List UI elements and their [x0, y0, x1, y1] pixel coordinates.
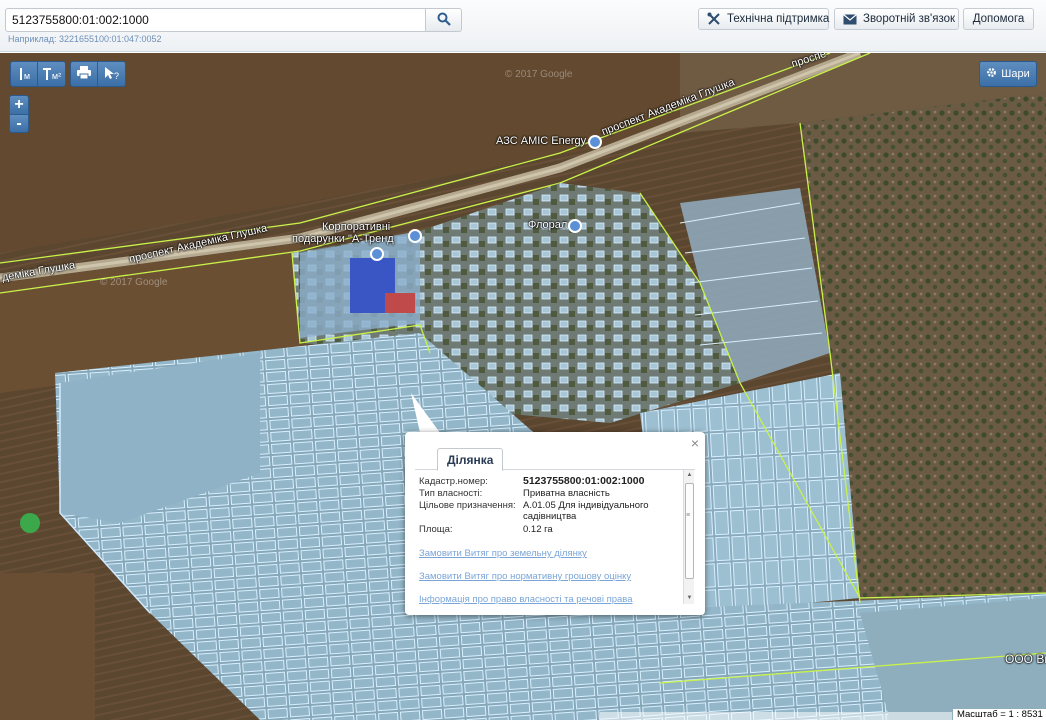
print-identify-tools: ? — [70, 61, 126, 87]
identify-button[interactable]: ? — [98, 62, 125, 86]
search-example-hint: Наприклад: 3221655100:01:047:0052 — [8, 34, 162, 44]
ownership-type-value: Приватна власність — [523, 488, 610, 499]
scroll-up-arrow-icon[interactable]: ▲ — [684, 470, 695, 481]
cursor-question-icon: ? — [104, 66, 120, 83]
order-valuation-extract-link[interactable]: Замовити Витяг про нормативну грошову оц… — [419, 571, 631, 582]
shop-pin-icon[interactable] — [568, 219, 582, 233]
poi-label-gifts: подарунки "А-Тренд — [292, 233, 394, 245]
search-button[interactable] — [426, 8, 462, 32]
gear-icon — [986, 67, 997, 81]
help-button[interactable]: Допомога — [963, 8, 1034, 30]
tab-parcel[interactable]: Ділянка — [437, 448, 504, 471]
google-watermark: © 2017 Google — [505, 69, 573, 80]
order-parcel-extract-link[interactable]: Замовити Витяг про земельну ділянку — [419, 548, 587, 559]
feedback-button[interactable]: Зворотній зв'язок — [834, 8, 959, 30]
measure-length-button[interactable]: м — [11, 62, 38, 86]
cadastral-number-value: 5123755800:01:002:1000 — [523, 476, 645, 487]
popup-pointer — [411, 393, 443, 437]
search-bar — [5, 8, 462, 32]
field-label: Площа: — [419, 524, 453, 535]
print-button[interactable] — [71, 62, 98, 86]
cadastral-search-input[interactable] — [5, 8, 426, 32]
shop-pin-icon[interactable] — [370, 247, 384, 261]
poi-label-gifts: Корпоративні — [322, 221, 391, 233]
gas-station-pin-icon[interactable] — [588, 135, 602, 149]
area-icon: м² — [42, 68, 62, 81]
shop-pin-icon[interactable] — [408, 229, 422, 243]
feedback-label: Зворотній зв'язок — [863, 13, 956, 25]
search-icon — [437, 12, 451, 29]
poi-label-ooo: ООО Ви — [1005, 652, 1046, 666]
zoom-out-button[interactable]: - — [10, 114, 28, 132]
poi-label-flora: Флорал — [528, 219, 568, 231]
layers-button[interactable]: Шари — [979, 61, 1037, 87]
scroll-down-arrow-icon[interactable]: ▼ — [684, 593, 695, 604]
tools-icon — [707, 12, 721, 26]
parcel-info-popup: × Ділянка Кадастр.номер: 5123755800:01:0… — [405, 432, 705, 615]
top-header: Наприклад: 3221655100:01:047:0052 Техніч… — [0, 0, 1046, 52]
measure-area-button[interactable]: м² — [38, 62, 65, 86]
map-attribution — [600, 712, 952, 720]
measure-tools: м м² — [10, 61, 66, 87]
envelope-icon — [843, 13, 857, 25]
tech-support-label: Технічна підтримка — [727, 13, 830, 25]
svg-text:?: ? — [114, 71, 119, 80]
zoom-control: + - — [9, 95, 29, 133]
popup-content: Кадастр.номер: 5123755800:01:002:1000 Ти… — [419, 476, 681, 604]
tech-support-button[interactable]: Технічна підтримка — [698, 8, 829, 30]
zoom-in-button[interactable]: + — [10, 96, 28, 114]
field-label: Кадастр.номер: — [419, 476, 488, 487]
grip-icon: ≡ — [686, 512, 691, 519]
map-view[interactable]: проспект Академіка Глушка проспект Акаде… — [0, 53, 1046, 720]
ruler-icon: м — [19, 68, 31, 81]
purpose-value: A.01.05 Для індивідуального садівництва — [523, 500, 649, 522]
popup-tabs: Ділянка — [415, 448, 695, 471]
area-value: 0.12 га — [523, 524, 553, 535]
printer-icon — [77, 66, 91, 82]
scale-indicator: Масштаб = 1 : 8531 — [953, 709, 1046, 720]
field-label: Цільове призначення: — [419, 500, 516, 511]
popup-scrollbar[interactable]: ▲ ≡ ▼ — [683, 470, 694, 604]
satellite-map-image — [0, 53, 1046, 720]
google-watermark: © 2017 Google — [100, 277, 168, 288]
help-label: Допомога — [972, 13, 1025, 25]
field-label: Тип власності: — [419, 488, 483, 499]
poi-label-aes: АЗС AMIC Energy — [496, 135, 587, 147]
scroll-thumb[interactable] — [685, 483, 694, 579]
ownership-rights-info-link[interactable]: Інформація про право власності та речові… — [419, 594, 633, 604]
layers-label: Шари — [1001, 68, 1030, 80]
